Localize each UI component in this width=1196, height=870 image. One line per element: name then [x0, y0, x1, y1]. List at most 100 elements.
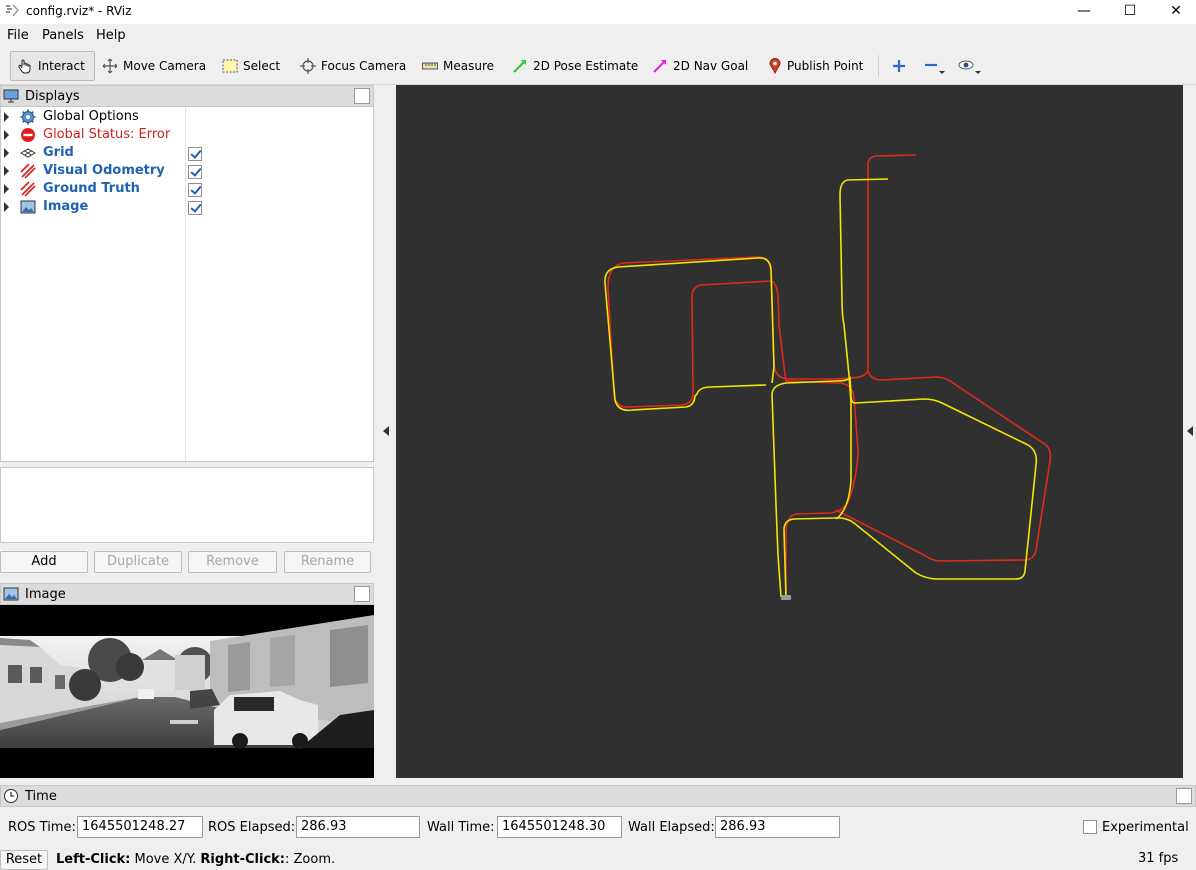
start-position-marker	[781, 595, 791, 600]
display-description-box	[0, 467, 374, 543]
interact-tool-button[interactable]: Interact	[10, 51, 95, 81]
tree-item-visual-odometry[interactable]: Visual Odometry	[0, 162, 372, 180]
selection-rectangle-icon	[222, 59, 238, 73]
green-arrow-icon	[513, 60, 526, 73]
ros-time-label: ROS Time:	[8, 820, 76, 835]
grid-enabled-checkbox[interactable]	[188, 147, 202, 161]
menu-panels[interactable]: Panels	[42, 28, 84, 43]
gear-icon	[20, 109, 36, 125]
displays-panel-title: Displays	[25, 88, 80, 104]
image-icon	[3, 587, 19, 601]
time-undock-button[interactable]	[1176, 788, 1192, 804]
3d-render-view[interactable]	[396, 85, 1183, 778]
camera-image-view	[0, 605, 374, 778]
expand-arrow-icon[interactable]	[4, 202, 9, 212]
2d-pose-estimate-tool-button[interactable]: 2D Pose Estimate	[506, 51, 644, 81]
expand-arrow-icon[interactable]	[4, 112, 9, 122]
ruler-icon	[422, 62, 438, 70]
experimental-label: Experimental	[1102, 820, 1189, 835]
expand-arrow-icon[interactable]	[4, 130, 9, 140]
tree-item-label: Global Options	[43, 109, 139, 124]
left-click-hint-action: Move X/Y.	[130, 852, 201, 867]
focus-camera-tool-button[interactable]: Focus Camera	[294, 51, 412, 81]
tree-item-grid[interactable]: Grid	[0, 144, 372, 162]
wall-time-field[interactable]: 1645501248.30	[497, 816, 622, 838]
move-arrows-icon	[102, 58, 118, 74]
ros-time-field[interactable]: 1645501248.27	[77, 816, 203, 838]
collapse-right-dock-arrow-icon[interactable]	[1187, 426, 1193, 436]
publish-point-tool-button[interactable]: Publish Point	[762, 51, 869, 81]
toolbar: Interact Move Camera Select Focus Camera…	[0, 47, 1196, 85]
menu-help[interactable]: Help	[96, 28, 126, 43]
ground-truth-enabled-checkbox[interactable]	[188, 183, 202, 197]
image-panel-header: Image	[0, 583, 374, 605]
image-panel-title: Image	[25, 586, 66, 602]
hand-pointer-icon	[18, 59, 31, 74]
reset-button[interactable]: Reset	[0, 850, 48, 870]
select-tool-button[interactable]: Select	[216, 51, 286, 81]
2d-nav-goal-tool-button[interactable]: 2D Nav Goal	[646, 51, 754, 81]
menu-bar: File Panels Help	[0, 24, 1196, 46]
visual-odometry-enabled-checkbox[interactable]	[188, 165, 202, 179]
monitor-icon	[3, 89, 19, 103]
clock-icon	[4, 789, 18, 803]
move-camera-tool-button[interactable]: Move Camera	[96, 51, 212, 81]
expand-arrow-icon[interactable]	[4, 166, 9, 176]
visual-odometry-path	[604, 257, 1038, 598]
remove-tool-button[interactable]	[918, 51, 952, 81]
plus-icon	[893, 60, 905, 72]
crosshair-icon	[300, 58, 316, 74]
tree-item-label: Global Status: Error	[43, 127, 171, 142]
wall-elapsed-label: Wall Elapsed:	[628, 820, 715, 835]
magenta-arrow-icon	[653, 60, 666, 73]
time-panel-title: Time	[25, 788, 57, 804]
close-button[interactable]: ✕	[1153, 0, 1196, 24]
tree-item-global-status[interactable]: Global Status: Error	[0, 126, 372, 144]
expand-arrow-icon[interactable]	[4, 148, 9, 158]
time-panel-header: Time	[0, 785, 1196, 807]
wall-elapsed-field[interactable]: 286.93	[715, 816, 840, 838]
add-display-button[interactable]: Add	[0, 551, 88, 573]
visual-odometry-path-north	[839, 178, 889, 404]
fps-readout: 31 fps	[1138, 851, 1179, 866]
remove-display-button[interactable]: Remove	[188, 551, 277, 573]
tree-item-image[interactable]: Image	[0, 198, 372, 216]
window-title: config.rviz* - RViz	[26, 4, 132, 18]
menu-file[interactable]: File	[7, 28, 29, 43]
grid-icon	[20, 148, 36, 158]
error-icon	[21, 128, 35, 142]
tree-item-label: Ground Truth	[43, 181, 140, 196]
right-click-hint-action: : Zoom.	[285, 852, 336, 867]
collapse-left-dock-arrow-icon[interactable]	[383, 426, 389, 436]
displays-undock-button[interactable]	[354, 88, 370, 104]
eye-icon	[958, 60, 981, 74]
view-menu-button[interactable]	[952, 51, 988, 81]
duplicate-display-button[interactable]: Duplicate	[94, 551, 182, 573]
publish-point-label: Publish Point	[787, 59, 864, 73]
experimental-checkbox[interactable]	[1083, 820, 1097, 834]
trajectory-canvas	[604, 154, 1052, 600]
minimize-button[interactable]: —	[1061, 0, 1107, 24]
maximize-button[interactable]: ☐	[1107, 0, 1153, 24]
image-enabled-checkbox[interactable]	[188, 201, 202, 215]
interact-label: Interact	[38, 59, 85, 73]
rename-display-button[interactable]: Rename	[284, 551, 371, 573]
ground-truth-path	[607, 154, 1052, 597]
move-camera-label: Move Camera	[123, 59, 207, 73]
add-tool-button[interactable]	[886, 51, 912, 81]
street-camera-image	[0, 615, 374, 749]
left-click-hint-key: Left-Click:	[56, 852, 131, 867]
2d-pose-estimate-label: 2D Pose Estimate	[533, 59, 639, 73]
measure-label: Measure	[443, 59, 494, 73]
tree-item-label: Visual Odometry	[43, 163, 165, 178]
tree-item-global-options[interactable]: Global Options	[0, 108, 372, 126]
ros-elapsed-field[interactable]: 286.93	[296, 816, 420, 838]
map-pin-icon	[769, 58, 781, 74]
measure-tool-button[interactable]: Measure	[416, 51, 500, 81]
2d-nav-goal-label: 2D Nav Goal	[673, 59, 749, 73]
image-undock-button[interactable]	[354, 586, 370, 602]
tree-item-label: Grid	[43, 145, 74, 160]
expand-arrow-icon[interactable]	[4, 184, 9, 194]
title-bar: config.rviz* - RViz — ☐ ✕	[0, 0, 1196, 24]
tree-item-ground-truth[interactable]: Ground Truth	[0, 180, 372, 198]
